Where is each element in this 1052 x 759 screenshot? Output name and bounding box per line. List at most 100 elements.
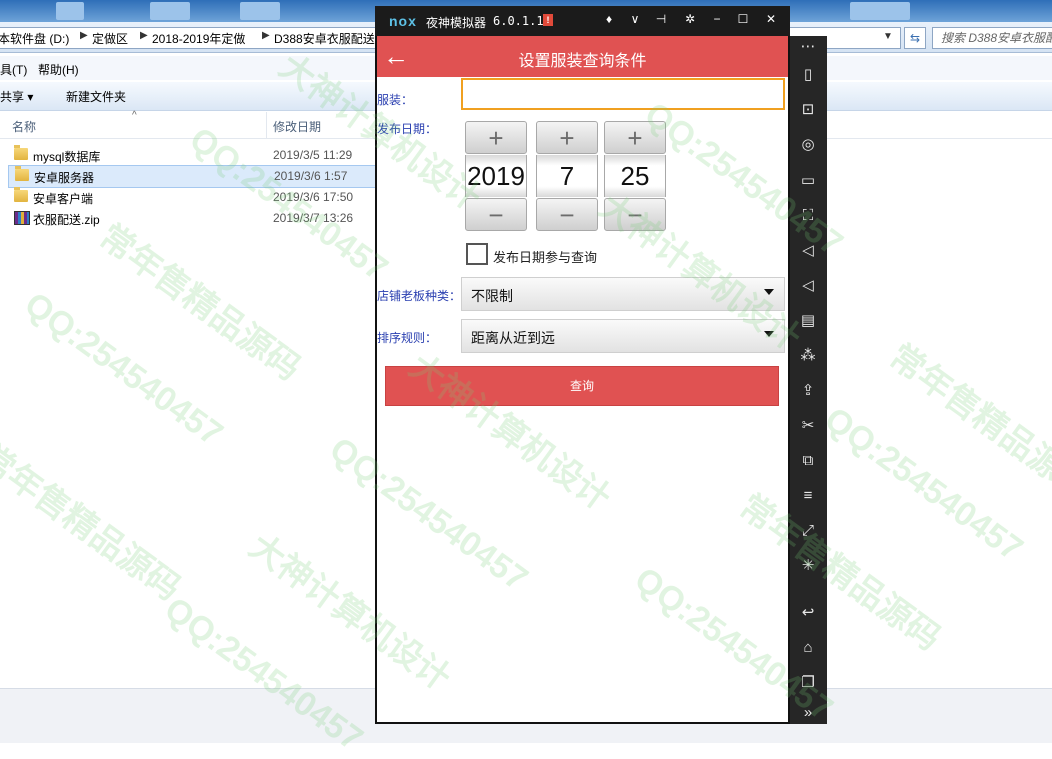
file-name: 安卓客户端 [33, 192, 94, 206]
nox-logo: nox [389, 13, 417, 29]
file-name: 安卓服务器 [34, 171, 95, 185]
chevron-right-icon[interactable]: ▶ [140, 30, 148, 41]
back-icon[interactable]: ↩ [797, 602, 819, 624]
year-picker: + 2019 − [465, 121, 527, 231]
menu-icon[interactable]: ≡ [797, 485, 819, 507]
folder-icon [14, 145, 28, 160]
month-value[interactable]: 7 [536, 155, 598, 197]
search-input[interactable]: 搜索 D388安卓衣服配送 [932, 27, 1052, 49]
file-date: 2019/3/5 11:29 [273, 148, 353, 162]
expand-icon[interactable]: » [797, 702, 819, 724]
watermark: 常年售精品源码 [882, 337, 1052, 508]
boss-type-value: 不限制 [471, 288, 513, 304]
date-query-checkbox-label[interactable]: 发布日期参与查询 [493, 247, 597, 266]
column-modified[interactable]: 修改日期 [273, 118, 321, 135]
gear-icon[interactable]: ✲ [682, 12, 698, 26]
dropdown-arrow-icon [764, 331, 774, 337]
day-value[interactable]: 25 [604, 155, 666, 197]
file-date: 2019/3/7 13:26 [273, 211, 354, 225]
list-item[interactable]: mysql数据库 2019/3/5 11:29 [8, 145, 388, 166]
keyboard-mapping-icon[interactable]: ⁂ [797, 345, 819, 367]
toolbox-icon[interactable]: ▤ [797, 310, 819, 332]
taskbar-app-icon[interactable] [56, 2, 84, 20]
loading-icon[interactable]: ✳ [797, 555, 819, 577]
multi-instance-icon[interactable]: ⧉ [797, 450, 819, 472]
chevron-down-icon[interactable]: ∨ [627, 12, 643, 26]
emulator-titlebar[interactable]: nox 夜神模拟器 6.0.1.1 ! ♦ ∨ ⊣ ✲ − ☐ ✕ [375, 6, 790, 36]
shake-icon[interactable]: ▯ [797, 64, 819, 86]
home-icon[interactable]: ⌂ [797, 637, 819, 659]
pin-icon[interactable]: ⊣ [653, 12, 669, 26]
close-icon[interactable]: ✕ [763, 12, 779, 26]
month-decrement-button[interactable]: − [536, 198, 598, 231]
chevron-right-icon[interactable]: ▶ [80, 30, 88, 41]
address-dropdown-icon[interactable]: ▼ [883, 31, 893, 42]
watermark: 常年售精品源码 [92, 217, 308, 388]
file-date: 2019/3/6 1:57 [274, 169, 348, 183]
apk-install-icon[interactable]: ⇪ [797, 380, 819, 402]
taskbar-app-icon[interactable] [850, 2, 910, 20]
menu-help[interactable]: 帮助(H) [38, 61, 79, 78]
day-picker: + 25 − [604, 121, 666, 231]
day-increment-button[interactable]: + [604, 121, 666, 154]
folder-icon [14, 187, 28, 202]
new-folder-button[interactable]: 新建文件夹 [66, 88, 126, 105]
resize-icon[interactable]: ⤢ [797, 520, 819, 542]
menu-tools[interactable]: 具(T) [0, 61, 27, 78]
list-item[interactable]: 衣服配送.zip 2019/3/7 13:26 [8, 208, 388, 229]
alert-badge[interactable]: ! [543, 14, 553, 26]
fullscreen-icon[interactable]: ⛶ [797, 205, 819, 227]
column-name[interactable]: 名称 [12, 118, 36, 135]
list-item[interactable]: 安卓服务器 2019/3/6 1:57 [8, 165, 390, 188]
volume-down-icon[interactable]: ◁ [797, 275, 819, 297]
month-picker: + 7 − [536, 121, 598, 231]
volume-up-icon[interactable]: ◁ [797, 240, 819, 262]
day-decrement-button[interactable]: − [604, 198, 666, 231]
date-label: 发布日期： [377, 122, 438, 136]
sort-value: 距离从近到远 [471, 330, 555, 346]
chevron-right-icon[interactable]: ▶ [262, 30, 270, 41]
scissors-icon[interactable]: ✂ [797, 415, 819, 437]
year-increment-button[interactable]: + [465, 121, 527, 154]
breadcrumb-item[interactable]: 本软件盘 (D:) [0, 30, 69, 47]
column-divider[interactable] [266, 112, 267, 138]
clothes-label: 服装： [377, 93, 414, 107]
android-screen: ← 设置服装查询条件 服装： 发布日期： + 2019 − + 7 − + 25… [377, 36, 788, 722]
sort-label: 排序规则： [377, 331, 438, 345]
screen-icon[interactable]: ▭ [797, 170, 819, 192]
breadcrumb-item[interactable]: 定做区 [92, 30, 128, 47]
query-button[interactable]: 查询 [385, 366, 779, 406]
taskbar-app-icon[interactable] [150, 2, 190, 20]
list-item[interactable]: 安卓客户端 2019/3/6 17:50 [8, 187, 388, 208]
breadcrumb-item[interactable]: 2018-2019年定做 [152, 30, 245, 47]
clothes-input[interactable] [461, 78, 785, 110]
taskbar-app-icon[interactable] [240, 2, 280, 20]
shirt-icon[interactable]: ♦ [601, 12, 617, 26]
file-date: 2019/3/6 17:50 [273, 190, 354, 204]
page-title: 设置服装查询条件 [518, 53, 647, 70]
dropdown-arrow-icon [764, 289, 774, 295]
boss-type-dropdown[interactable]: 不限制 [461, 277, 785, 311]
emulator-name: 夜神模拟器 [426, 16, 487, 30]
more-icon[interactable]: ⋯ [797, 36, 819, 58]
emulator-version: 6.0.1.1 [493, 14, 544, 28]
recent-apps-icon[interactable]: ❐ [797, 672, 819, 694]
watermark: 常年售精品源码 [0, 437, 188, 608]
date-query-checkbox[interactable] [466, 243, 488, 265]
location-icon[interactable]: ◎ [797, 134, 819, 156]
breadcrumb-item[interactable]: D388安卓衣服配送 [274, 30, 375, 47]
year-value[interactable]: 2019 [465, 155, 527, 197]
refresh-icon[interactable]: ⇆ [904, 27, 926, 49]
minimize-icon[interactable]: − [709, 12, 725, 26]
robot-icon[interactable]: ⊡ [797, 99, 819, 121]
year-decrement-button[interactable]: − [465, 198, 527, 231]
watermark: QQ:254540457 [17, 285, 230, 454]
month-increment-button[interactable]: + [536, 121, 598, 154]
emulator-sidebar: ⋯ ▯ ⊡ ◎ ▭ ⛶ ◁ ◁ ▤ ⁂ ⇪ ✂ ⧉ ≡ ⤢ ✳ ↩ ⌂ ❐ » [790, 36, 827, 724]
sort-dropdown[interactable]: 距离从近到远 [461, 319, 785, 353]
file-name: mysql数据库 [33, 150, 101, 164]
maximize-icon[interactable]: ☐ [735, 12, 751, 26]
share-button[interactable]: 共享 ▾ [0, 88, 33, 105]
zip-archive-icon [14, 211, 30, 225]
watermark: QQ:254540457 [817, 400, 1030, 569]
